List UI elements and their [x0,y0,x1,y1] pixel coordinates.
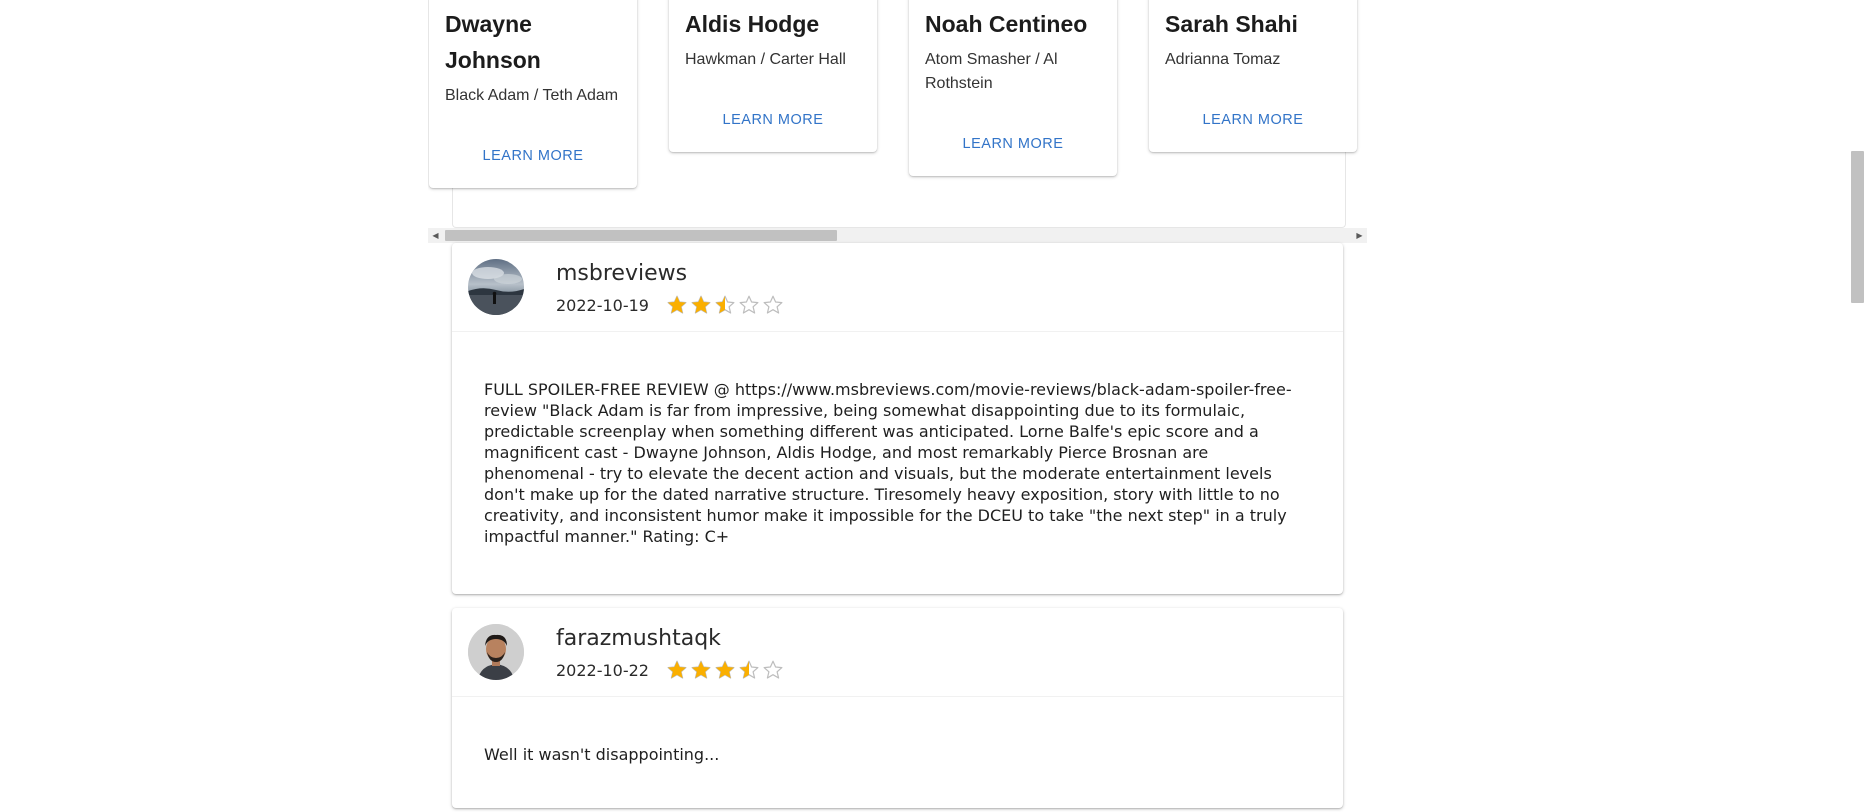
review-author: msbreviews [556,261,688,286]
cast-role: Adrianna Tomaz [1165,51,1281,68]
star-empty-icon [763,660,783,680]
review-text: FULL SPOILER-FREE REVIEW @ https://www.m… [484,380,1292,546]
star-empty-icon [763,295,783,315]
learn-more-button[interactable]: LEARN MORE [1165,104,1341,136]
star-filled-icon [691,295,711,315]
avatar [468,259,524,315]
cast-role: Hawkman / Carter Hall [685,51,846,68]
cast-panel: Dwayne Johnson Black Adam / Teth Adam LE… [429,0,1357,228]
cast-name: Noah Centineo [925,11,1088,37]
cast-card: Dwayne Johnson Black Adam / Teth Adam LE… [429,0,637,188]
cast-card: Aldis Hodge Hawkman / Carter Hall LEARN … [669,0,877,152]
star-filled-icon [667,295,687,315]
star-half-icon [715,295,735,315]
star-filled-icon [715,660,735,680]
review-text: Well it wasn't disappointing... [484,745,720,764]
learn-more-button[interactable]: LEARN MORE [925,128,1101,160]
scroll-right-arrow-icon[interactable]: ▶ [1352,228,1367,243]
learn-more-button[interactable]: LEARN MORE [685,104,861,136]
scrollbar-thumb[interactable] [1851,151,1864,303]
star-half-icon [739,660,759,680]
review-date: 2022-10-19 [556,295,649,315]
cast-horizontal-scrollbar[interactable]: ◀ ▶ [428,228,1367,243]
cast-name: Aldis Hodge [685,11,820,37]
page-vertical-scrollbar[interactable] [1849,0,1866,784]
review-header: msbreviews 2022-10-19 [452,243,1343,332]
avatar [468,624,524,680]
review-header: farazmushtaqk 2022-10-22 [452,608,1343,697]
cast-role: Black Adam / Teth Adam [445,87,619,104]
cast-card: Noah Centineo Atom Smasher / Al Rothstei… [909,0,1117,176]
scroll-left-arrow-icon[interactable]: ◀ [428,228,443,243]
cast-role: Atom Smasher / Al Rothstein [925,51,1058,92]
review-date: 2022-10-22 [556,660,649,680]
review-author: farazmushtaqk [556,626,721,651]
cast-carousel: Dwayne Johnson Black Adam / Teth Adam LE… [428,0,1367,242]
scrollbar-thumb[interactable] [445,230,837,241]
learn-more-button[interactable]: LEARN MORE [445,140,621,172]
rating-stars [667,660,787,680]
cast-name: Dwayne Johnson [445,11,541,73]
review-meta: 2022-10-19 [556,293,787,317]
cast-card: Sarah Shahi Adrianna Tomaz LEARN MORE [1149,0,1357,152]
review-meta: 2022-10-22 [556,658,787,682]
review-card: msbreviews 2022-10-19 FULL SPOILER-FREE … [452,243,1343,594]
star-filled-icon [667,660,687,680]
review-card: farazmushtaqk 2022-10-22 Well it wasn't … [452,608,1343,808]
star-empty-icon [739,295,759,315]
cast-name: Sarah Shahi [1165,11,1298,37]
star-filled-icon [691,660,711,680]
rating-stars [667,295,787,315]
